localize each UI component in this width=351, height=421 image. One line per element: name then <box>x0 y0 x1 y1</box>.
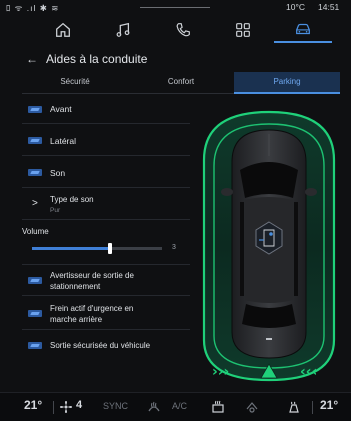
setting-row-volume: Volume 3 <box>22 222 190 262</box>
setting-label: Latéral <box>50 136 76 146</box>
setting-label: Type de son <box>50 195 94 204</box>
temperature-right[interactable]: 21° <box>320 398 338 412</box>
setting-label: Sortie sécurisée du véhicule <box>50 341 151 350</box>
divider <box>53 401 54 414</box>
status-divider <box>140 7 210 8</box>
toggle-avant[interactable] <box>28 106 42 113</box>
setting-label: Avant <box>50 104 72 114</box>
car-icon <box>296 23 310 35</box>
ac-button[interactable]: A/C <box>172 401 187 411</box>
toggle-frein[interactable] <box>28 310 42 317</box>
setting-label: Frein actif d'urgence en marche arrière <box>50 303 133 325</box>
chevron-right-icon: > <box>32 198 38 209</box>
volume-label: Volume <box>22 227 49 236</box>
setting-row-avant[interactable]: Avant <box>22 96 190 124</box>
tab-parking[interactable]: Parking <box>234 72 340 94</box>
seat-heating-icon[interactable] <box>286 399 302 415</box>
parking-sensor-graphic: ››› ‹‹‹ <box>202 110 336 382</box>
toggle-son[interactable] <box>28 169 42 176</box>
nav-vehicle-button[interactable] <box>274 17 332 43</box>
apps-icon <box>236 23 250 37</box>
setting-row-type-son[interactable]: > Type de son Pur <box>22 190 190 220</box>
active-tab-indicator <box>234 92 340 94</box>
setting-row-lateral[interactable]: Latéral <box>22 126 190 156</box>
nav-music-button[interactable] <box>94 17 152 43</box>
fan-icon[interactable] <box>58 399 74 415</box>
nav-apps-button[interactable] <box>214 17 272 43</box>
phone-icon <box>176 23 190 37</box>
nav-home-button[interactable] <box>34 17 92 43</box>
setting-label-line1: Avertisseur de sortie de <box>50 271 134 280</box>
setting-row-frein[interactable]: Frein actif d'urgence en marche arrière <box>22 298 190 330</box>
back-button[interactable]: ← <box>26 52 38 66</box>
volume-slider[interactable] <box>32 243 162 254</box>
setting-label-line1: Frein actif d'urgence en <box>50 304 134 313</box>
infotainment-screen: ﾛ ᯤ .ıl ✱ ≋ 10°C 14:51 ← Aides à la cond… <box>0 0 351 421</box>
outside-temperature: 10°C <box>286 2 305 12</box>
toggle-sortie-securisee[interactable] <box>28 342 42 349</box>
status-bar: ﾛ ᯤ .ıl ✱ ≋ 10°C 14:51 <box>0 0 351 14</box>
rear-left-arrows-icon: ››› <box>212 364 229 380</box>
setting-row-avertisseur[interactable]: Avertisseur de sortie de stationnement <box>22 264 190 296</box>
setting-label: Son <box>50 168 66 178</box>
rear-defrost-icon[interactable] <box>210 399 226 415</box>
page-title: Aides à la conduite <box>46 52 148 66</box>
nav-phone-button[interactable] <box>154 17 212 43</box>
top-navigation <box>0 14 351 46</box>
status-icons: ﾛ ᯤ .ıl ✱ ≋ <box>6 3 60 13</box>
volume-slider-thumb[interactable] <box>108 243 112 254</box>
toggle-lateral[interactable] <box>28 137 42 144</box>
parking-sensor-view: ››› ‹‹‹ <box>196 100 342 390</box>
rear-right-arrows-icon: ‹‹‹ <box>300 364 317 380</box>
toggle-avertisseur[interactable] <box>28 277 42 284</box>
home-icon <box>56 22 70 37</box>
climate-bar: 21° 4 SYNC A/C 21° <box>0 392 351 421</box>
volume-value: 3 <box>172 244 176 251</box>
clock: 14:51 <box>318 2 340 12</box>
tab-confort[interactable]: Confort <box>128 72 234 94</box>
setting-row-son[interactable]: Son <box>22 158 190 188</box>
temperature-left[interactable]: 21° <box>24 398 42 412</box>
front-defrost-icon[interactable] <box>146 399 162 415</box>
setting-label-line2: marche arrière <box>50 315 103 324</box>
air-recirculation-icon[interactable] <box>244 399 260 415</box>
divider <box>312 401 313 414</box>
page-header: ← Aides à la conduite <box>0 46 351 70</box>
sync-button[interactable]: SYNC <box>103 401 128 411</box>
volume-slider-fill <box>32 247 110 250</box>
setting-value: Pur <box>50 207 61 214</box>
setting-label: Avertisseur de sortie de stationnement <box>50 270 134 292</box>
setting-label-line2: stationnement <box>50 282 101 291</box>
tab-bar: Sécurité Confort Parking <box>22 72 340 94</box>
tab-securite[interactable]: Sécurité <box>22 72 128 94</box>
setting-row-sortie-securisee[interactable]: Sortie sécurisée du véhicule <box>22 332 190 360</box>
fan-speed[interactable]: 4 <box>76 399 82 411</box>
music-icon <box>116 22 130 37</box>
